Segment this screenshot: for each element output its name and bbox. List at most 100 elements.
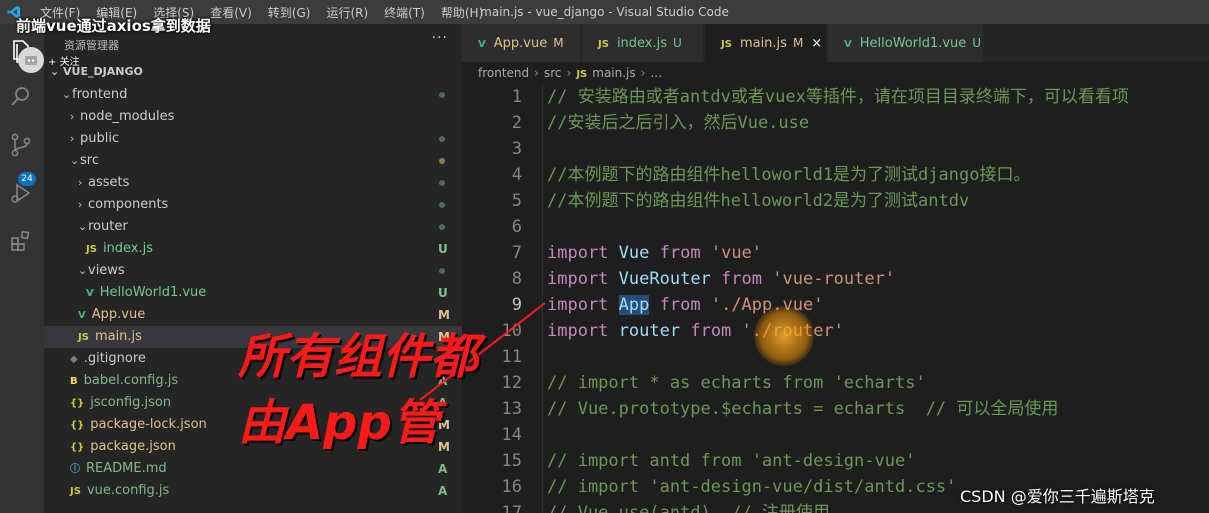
git-change-dot-icon	[439, 136, 445, 142]
git-file-icon: ◆	[70, 354, 78, 365]
code-token: // Vue.prototype.$echarts = echarts // 可…	[547, 399, 1059, 419]
chevron-down-icon: ⌄	[70, 154, 80, 167]
code-line: //本例题下的路由组件helloworld2是为了测试antdv	[547, 188, 969, 214]
menu-item[interactable]: 转到(G)	[268, 4, 311, 21]
git-change-dot-icon	[439, 92, 445, 98]
tab-label: main.js	[739, 36, 787, 51]
tab-main-js[interactable]: JS main.js M ×	[705, 24, 827, 62]
tree-item-label: vue.config.js	[86, 483, 170, 498]
tree-item-label: .gitignore	[83, 351, 146, 366]
follow-button[interactable]: + 关注	[48, 53, 80, 68]
tree-item-label: babel.config.js	[83, 373, 179, 388]
extensions-icon[interactable]	[8, 228, 34, 254]
json-file-icon: {}	[70, 442, 85, 453]
tree-item-label: main.js	[94, 329, 142, 344]
tree-item-label: assets	[88, 175, 130, 190]
tree-item[interactable]: V HelloWorld1.vue U	[44, 282, 462, 304]
code-token: from	[690, 321, 732, 341]
indent-guide	[542, 84, 543, 513]
git-status-badge: A	[438, 484, 448, 498]
code-token: // Vue.use(antd) // 注册使用	[547, 503, 830, 513]
code-token: from	[721, 269, 762, 289]
activity-bar: 24	[0, 24, 44, 513]
tab-helloworld1-vue[interactable]: V HelloWorld1.vue U	[828, 24, 984, 62]
tab-label: index.js	[616, 36, 668, 51]
tree-item[interactable]: ⌄router	[44, 216, 462, 238]
line-number: 8	[511, 269, 522, 289]
code-token: import	[547, 269, 609, 289]
code-token: // 安装路由或者antdv或者vuex等插件，请在项目目录终端下，可以看看项	[547, 87, 1129, 107]
code-editor[interactable]: 1 // 安装路由或者antdv或者vuex等插件，请在项目目录终端下，可以看看项…	[462, 84, 1209, 513]
tab-app-vue[interactable]: V App.vue M	[462, 24, 581, 62]
tree-item[interactable]: › public	[44, 128, 462, 150]
menu-item[interactable]: 帮助(H)	[441, 4, 483, 21]
code-token: Vue	[618, 243, 650, 263]
tree-item[interactable]: ⓘ README.md A	[44, 458, 462, 480]
tree-item[interactable]: ⌄frontend	[44, 84, 462, 106]
vue-file-icon: V	[86, 288, 94, 299]
annotation-line-1: 所有组件都	[238, 329, 479, 385]
tree-item[interactable]: JS index.js U	[44, 238, 462, 260]
breadcrumb-item[interactable]: main.js	[592, 66, 635, 80]
tree-item-label: HelloWorld1.vue	[99, 285, 207, 300]
code-line: //安装后之后引入，然后Vue.use	[547, 110, 809, 136]
code-token: from	[659, 295, 701, 315]
chevron-down-icon: ⌄	[62, 88, 72, 101]
breadcrumb-item[interactable]: ...	[650, 66, 661, 80]
git-change-dot-icon	[439, 180, 445, 186]
js-file-icon: JS	[576, 69, 588, 80]
tree-item-label: public	[80, 131, 120, 146]
tree-item[interactable]: ⌄views	[44, 260, 462, 282]
breadcrumb-item[interactable]: frontend	[478, 66, 529, 80]
code-token: import	[547, 295, 609, 315]
code-token: VueRouter	[618, 269, 711, 289]
tree-item-label: package.json	[90, 439, 176, 454]
breadcrumb-item[interactable]: src	[544, 66, 562, 80]
git-change-dot-icon	[439, 268, 445, 274]
tree-item-label: index.js	[102, 241, 154, 256]
tab-index-js[interactable]: JS index.js U	[582, 24, 704, 62]
watermark: CSDN @爱你三千遍斯塔克	[960, 487, 1155, 506]
code-token: // import antd from 'ant-design-vue'	[547, 451, 916, 471]
tree-item[interactable]: › assets	[44, 172, 462, 194]
run-debug-icon[interactable]	[8, 180, 34, 206]
line-number: 2	[511, 113, 522, 133]
tree-item[interactable]: JS vue.config.js A	[44, 480, 462, 502]
source-control-icon[interactable]	[8, 132, 34, 158]
tree-item[interactable]: V App.vue M	[44, 304, 462, 326]
code-line: // import antd from 'ant-design-vue'	[547, 448, 915, 474]
cursor-highlight	[754, 306, 814, 366]
tree-item-label: package-lock.json	[90, 417, 207, 432]
json-file-icon: {}	[70, 420, 85, 431]
menu-item[interactable]: 查看(V)	[210, 4, 252, 21]
tree-item-label: jsconfig.json	[90, 395, 172, 410]
tree-item[interactable]: ⌄src	[44, 150, 462, 172]
search-icon[interactable]	[8, 84, 34, 110]
chevron-down-icon: ⌄	[78, 220, 88, 233]
tree-item-label: App.vue	[91, 307, 146, 322]
tree-item[interactable]: › components	[44, 194, 462, 216]
close-icon[interactable]: ×	[811, 36, 822, 51]
menu-item[interactable]: 运行(R)	[326, 4, 368, 21]
git-change-dot-icon	[439, 224, 445, 230]
json-file-icon: {}	[70, 398, 85, 409]
code-token: // import 'ant-design-vue/dist/antd.css'	[547, 477, 957, 497]
code-token: //本例题下的路由组件helloworld1是为了测试django接口。	[547, 165, 1031, 185]
tree-item-label: components	[88, 197, 169, 212]
code-line: // import 'ant-design-vue/dist/antd.css'	[547, 474, 956, 500]
menu-item[interactable]: 终端(T)	[384, 4, 425, 21]
chevron-right-icon: ›	[70, 110, 75, 123]
code-line: // import * as echarts from 'echarts'	[547, 370, 926, 396]
code-line: // Vue.prototype.$echarts = echarts // 可…	[547, 396, 1058, 422]
babel-file-icon: B	[70, 376, 78, 387]
more-actions-icon[interactable]: ···	[432, 30, 448, 46]
uploader-avatar[interactable]	[18, 47, 44, 73]
tree-item[interactable]: › node_modules	[44, 106, 462, 128]
